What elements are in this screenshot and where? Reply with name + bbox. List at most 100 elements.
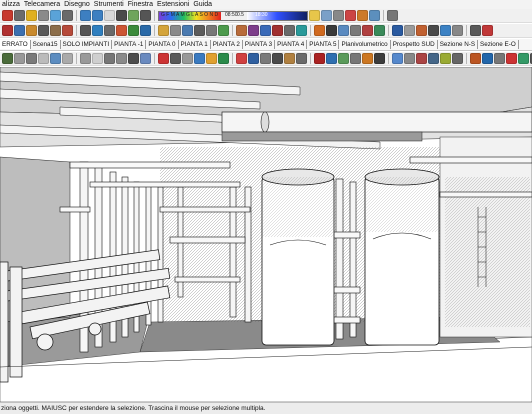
bottom-tool-button-35[interactable] <box>452 53 463 64</box>
menu-item-strumenti[interactable]: Strumenti <box>92 0 126 9</box>
mid-tool-button-32[interactable] <box>416 25 427 36</box>
top-tool-button-9[interactable] <box>116 10 127 21</box>
mid-tool-button-27[interactable] <box>350 25 361 36</box>
bottom-tool-button-15[interactable] <box>194 53 205 64</box>
menu-item-disegno[interactable]: Disegno <box>62 0 92 9</box>
bottom-tool-button-21[interactable] <box>272 53 283 64</box>
mid-tool-button-35[interactable] <box>452 25 463 36</box>
scene-tab-pianta-2[interactable]: PIANTA 2 <box>211 40 243 49</box>
bottom-tool-button-28[interactable] <box>362 53 373 64</box>
bottom-tool-button-36[interactable] <box>470 53 481 64</box>
top-tool-button-4[interactable] <box>50 10 61 21</box>
mid-tool-button-19[interactable] <box>248 25 259 36</box>
mid-tool-button-23[interactable] <box>296 25 307 36</box>
mid-tool-button-29[interactable] <box>374 25 385 36</box>
mid-tool-button-11[interactable] <box>140 25 151 36</box>
bottom-tool-button-6[interactable] <box>80 53 91 64</box>
bottom-tool-button-40[interactable] <box>518 53 529 64</box>
shadow-settings-strip[interactable]: G F M A M G L A S O N D 08:50 0.5 18:30 <box>158 10 308 21</box>
mid-tool-button-16[interactable] <box>206 25 217 36</box>
scene-tab-pianta-5[interactable]: PIANTA 5 <box>307 40 340 49</box>
bottom-tool-button-39[interactable] <box>506 53 517 64</box>
bottom-tool-button-16[interactable] <box>206 53 217 64</box>
bottom-tool-button-4[interactable] <box>50 53 61 64</box>
menu-item-visualizza[interactable]: alizza <box>0 0 22 9</box>
mid-tool-button-33[interactable] <box>428 25 439 36</box>
bottom-tool-button-3[interactable] <box>38 53 49 64</box>
scene-tab-sezione-e-o[interactable]: Sezione E-O <box>478 40 519 49</box>
bottom-tool-button-14[interactable] <box>182 53 193 64</box>
mid-tool-button-31[interactable] <box>404 25 415 36</box>
bottom-tool-button-10[interactable] <box>128 53 139 64</box>
mid-tool-button-5[interactable] <box>62 25 73 36</box>
mid-tool-button-20[interactable] <box>260 25 271 36</box>
top-b-tool-button-4[interactable] <box>357 10 368 21</box>
scene-tab-solo-impianti[interactable]: SOLO IMPIANTI <box>61 40 113 49</box>
menu-item-guida[interactable]: Guida <box>191 0 214 9</box>
scene-tab-pianta-4[interactable]: PIANTA 4 <box>275 40 308 49</box>
bottom-tool-button-27[interactable] <box>350 53 361 64</box>
scene-tab-planivolumetrico[interactable]: Planivolumetrico <box>339 40 391 49</box>
top-b-tool-button-2[interactable] <box>333 10 344 21</box>
model-viewport[interactable] <box>0 67 532 402</box>
bottom-tool-button-37[interactable] <box>482 53 493 64</box>
mid-tool-button-25[interactable] <box>326 25 337 36</box>
menu-item-telecamera[interactable]: Telecamera <box>22 0 62 9</box>
mid-tool-button-21[interactable] <box>272 25 283 36</box>
bottom-tool-button-11[interactable] <box>140 53 151 64</box>
top-b-tool-button-1[interactable] <box>321 10 332 21</box>
mid-tool-button-9[interactable] <box>116 25 127 36</box>
bottom-tool-button-31[interactable] <box>404 53 415 64</box>
top-tool-button-3[interactable] <box>38 10 49 21</box>
top-tool-button-0[interactable] <box>2 10 13 21</box>
mid-tool-button-22[interactable] <box>284 25 295 36</box>
bottom-tool-button-24[interactable] <box>314 53 325 64</box>
top-b-tool-button-5[interactable] <box>369 10 380 21</box>
bottom-tool-button-9[interactable] <box>116 53 127 64</box>
top-b-tool-button-0[interactable] <box>309 10 320 21</box>
bottom-tool-button-34[interactable] <box>440 53 451 64</box>
mid-tool-button-12[interactable] <box>158 25 169 36</box>
bottom-tool-button-22[interactable] <box>284 53 295 64</box>
bottom-tool-button-19[interactable] <box>248 53 259 64</box>
mid-tool-button-24[interactable] <box>314 25 325 36</box>
scene-tab-scena15[interactable]: Scena15 <box>31 40 61 49</box>
top-tool-button-1[interactable] <box>14 10 25 21</box>
scene-tab-prospetto-sud[interactable]: Prospetto SUD <box>391 40 438 49</box>
mid-tool-button-14[interactable] <box>182 25 193 36</box>
mid-tool-button-17[interactable] <box>218 25 229 36</box>
bottom-tool-button-7[interactable] <box>92 53 103 64</box>
bottom-tool-button-29[interactable] <box>374 53 385 64</box>
scene-tab-errato[interactable]: ERRATO <box>0 40 31 49</box>
mid-tool-button-1[interactable] <box>14 25 25 36</box>
mid-tool-button-26[interactable] <box>338 25 349 36</box>
top-b-tool-button-3[interactable] <box>345 10 356 21</box>
bottom-tool-button-30[interactable] <box>392 53 403 64</box>
mid-tool-button-36[interactable] <box>470 25 481 36</box>
bottom-tool-button-2[interactable] <box>26 53 37 64</box>
bottom-tool-button-13[interactable] <box>170 53 181 64</box>
mid-tool-button-7[interactable] <box>92 25 103 36</box>
scene-tab-pianta-3[interactable]: PIANTA 3 <box>243 40 276 49</box>
bottom-tool-button-20[interactable] <box>260 53 271 64</box>
mid-tool-button-4[interactable] <box>50 25 61 36</box>
top-tool-button-8[interactable] <box>104 10 115 21</box>
mid-tool-button-34[interactable] <box>440 25 451 36</box>
bottom-tool-button-32[interactable] <box>416 53 427 64</box>
bottom-tool-button-5[interactable] <box>62 53 73 64</box>
mid-tool-button-15[interactable] <box>194 25 205 36</box>
bottom-tool-button-18[interactable] <box>236 53 247 64</box>
top-tool-button-11[interactable] <box>140 10 151 21</box>
bottom-tool-button-8[interactable] <box>104 53 115 64</box>
mid-tool-button-37[interactable] <box>482 25 493 36</box>
mid-tool-button-3[interactable] <box>38 25 49 36</box>
bottom-tool-button-23[interactable] <box>296 53 307 64</box>
top-tool-button-2[interactable] <box>26 10 37 21</box>
top-tool-button-10[interactable] <box>128 10 139 21</box>
bottom-tool-button-12[interactable] <box>158 53 169 64</box>
mid-tool-button-2[interactable] <box>26 25 37 36</box>
scene-tab-pianta-1[interactable]: PIANTA -1 <box>112 40 147 49</box>
scene-tab-sezione-n-s[interactable]: Sezione N-S <box>438 40 479 49</box>
menu-item-estensioni[interactable]: Estensioni <box>155 0 191 9</box>
scene-tab-pianta-0[interactable]: PIANTA 0 <box>146 40 179 49</box>
